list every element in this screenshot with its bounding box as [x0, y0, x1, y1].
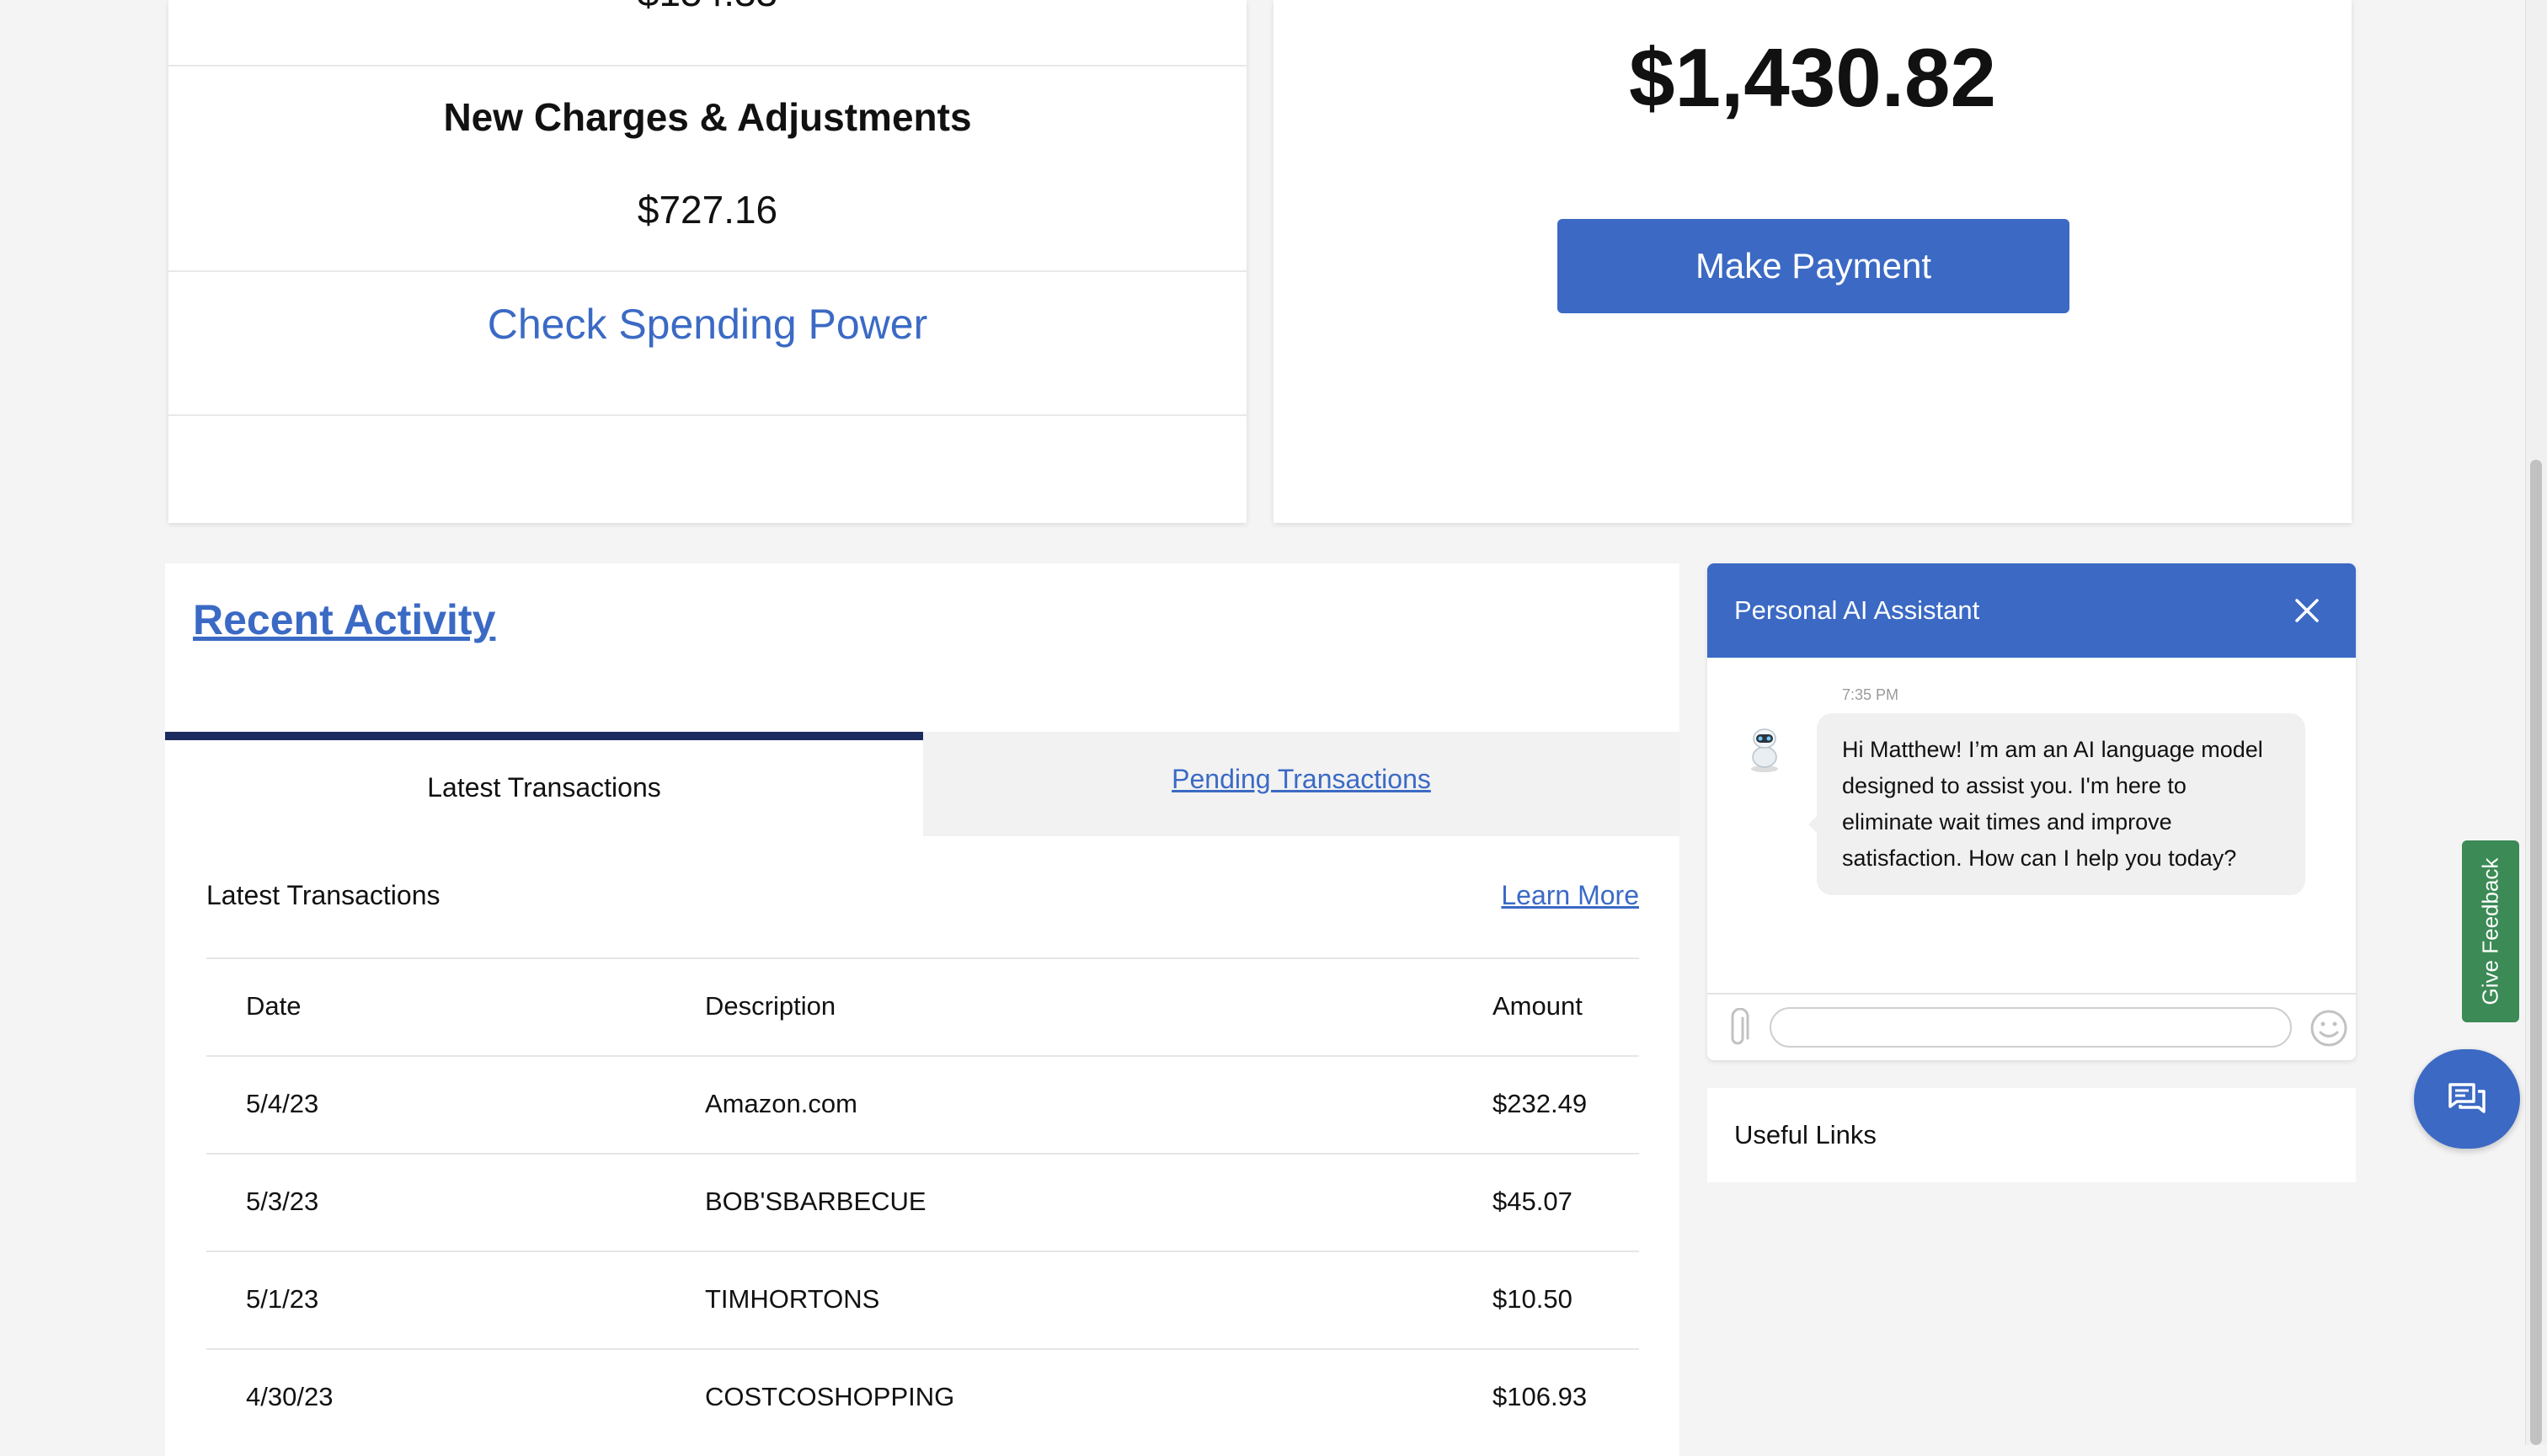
emoji-icon[interactable]	[2309, 1008, 2349, 1048]
give-feedback-tab[interactable]: Give Feedback	[2462, 840, 2519, 1022]
tab-latest-transactions[interactable]: Latest Transactions	[165, 732, 923, 836]
tab-pending-transactions[interactable]: Pending Transactions	[923, 732, 1679, 836]
previous-balance-amount: $154.33	[168, 0, 1247, 15]
divider	[1707, 993, 2356, 995]
useful-links-panel: Useful Links	[1707, 1088, 2356, 1182]
chat-message-input[interactable]	[1770, 1007, 2292, 1048]
transaction-date: 4/30/23	[246, 1382, 334, 1411]
transaction-amount: $45.07	[1492, 1187, 1573, 1216]
balance-summary-card: $154.33 New Charges & Adjustments $727.1…	[168, 0, 1247, 523]
close-icon[interactable]	[2290, 594, 2324, 627]
transaction-date: 5/1/23	[246, 1284, 319, 1314]
transaction-description: Amazon.com	[705, 1089, 857, 1118]
transaction-date: 5/3/23	[246, 1187, 319, 1216]
robot-avatar-icon	[1751, 728, 1778, 772]
chat-header: Personal AI Assistant	[1707, 563, 2356, 658]
recent-activity-title[interactable]: Recent Activity	[193, 595, 495, 644]
divider	[168, 65, 1247, 67]
table-header-row: Date Description Amount	[206, 957, 1639, 1055]
column-header-date: Date	[246, 991, 302, 1021]
payment-card: $1,430.82 Make Payment	[1274, 0, 2352, 523]
table-row[interactable]: 5/4/23 Amazon.com $232.49	[206, 1055, 1639, 1153]
recent-activity-panel: Recent Activity Latest Transactions Pend…	[165, 563, 1679, 1456]
transaction-amount: $10.50	[1492, 1284, 1573, 1314]
new-charges-amount: $727.16	[637, 188, 778, 232]
transaction-date: 5/4/23	[246, 1089, 319, 1118]
divider	[168, 270, 1247, 272]
message-timestamp: 7:35 PM	[1842, 686, 1899, 703]
paperclip-icon[interactable]	[1724, 1008, 1753, 1048]
chat-launcher-button[interactable]	[2414, 1049, 2520, 1149]
useful-links-title: Useful Links	[1734, 1120, 1877, 1149]
chat-bubbles-icon	[2448, 1083, 2486, 1113]
section-label: Latest Transactions	[206, 880, 441, 910]
transactions-table: Date Description Amount 5/4/23 Amazon.co…	[206, 957, 1639, 1446]
transaction-description: BOB'SBARBECUE	[705, 1187, 926, 1216]
transaction-amount: $106.93	[1492, 1382, 1588, 1411]
total-balance-amount: $1,430.82	[1629, 31, 1996, 124]
tab-label: Pending Transactions	[1172, 764, 1431, 794]
table-row[interactable]: 5/1/23 TIMHORTONS $10.50	[206, 1251, 1639, 1348]
transaction-amount: $232.49	[1492, 1089, 1588, 1118]
assistant-message-bubble: Hi Matthew! I’m am an AI language model …	[1808, 713, 2305, 895]
column-header-amount: Amount	[1492, 991, 1583, 1021]
chat-title: Personal AI Assistant	[1734, 595, 1980, 625]
check-spending-power-link[interactable]: Check Spending Power	[168, 300, 1247, 349]
divider	[168, 414, 1247, 416]
learn-more-link[interactable]: Learn More	[1501, 880, 1639, 911]
table-row[interactable]: 5/3/23 BOB'SBARBECUE $45.07	[206, 1153, 1639, 1251]
table-row[interactable]: 4/30/23 COSTCOSHOPPING $106.93	[206, 1348, 1639, 1446]
transaction-description: COSTCOSHOPPING	[705, 1382, 955, 1411]
ai-assistant-chat: Personal AI Assistant 7:35 PM Hi Matthew…	[1707, 563, 2356, 1060]
new-charges-title: New Charges & Adjustments	[443, 95, 972, 139]
column-header-description: Description	[705, 991, 836, 1021]
scrollbar-thumb[interactable]	[2530, 460, 2542, 1445]
transaction-description: TIMHORTONS	[705, 1284, 880, 1314]
make-payment-button[interactable]: Make Payment	[1557, 219, 2069, 313]
tab-label: Latest Transactions	[427, 772, 661, 803]
give-feedback-label: Give Feedback	[2477, 857, 2503, 1005]
